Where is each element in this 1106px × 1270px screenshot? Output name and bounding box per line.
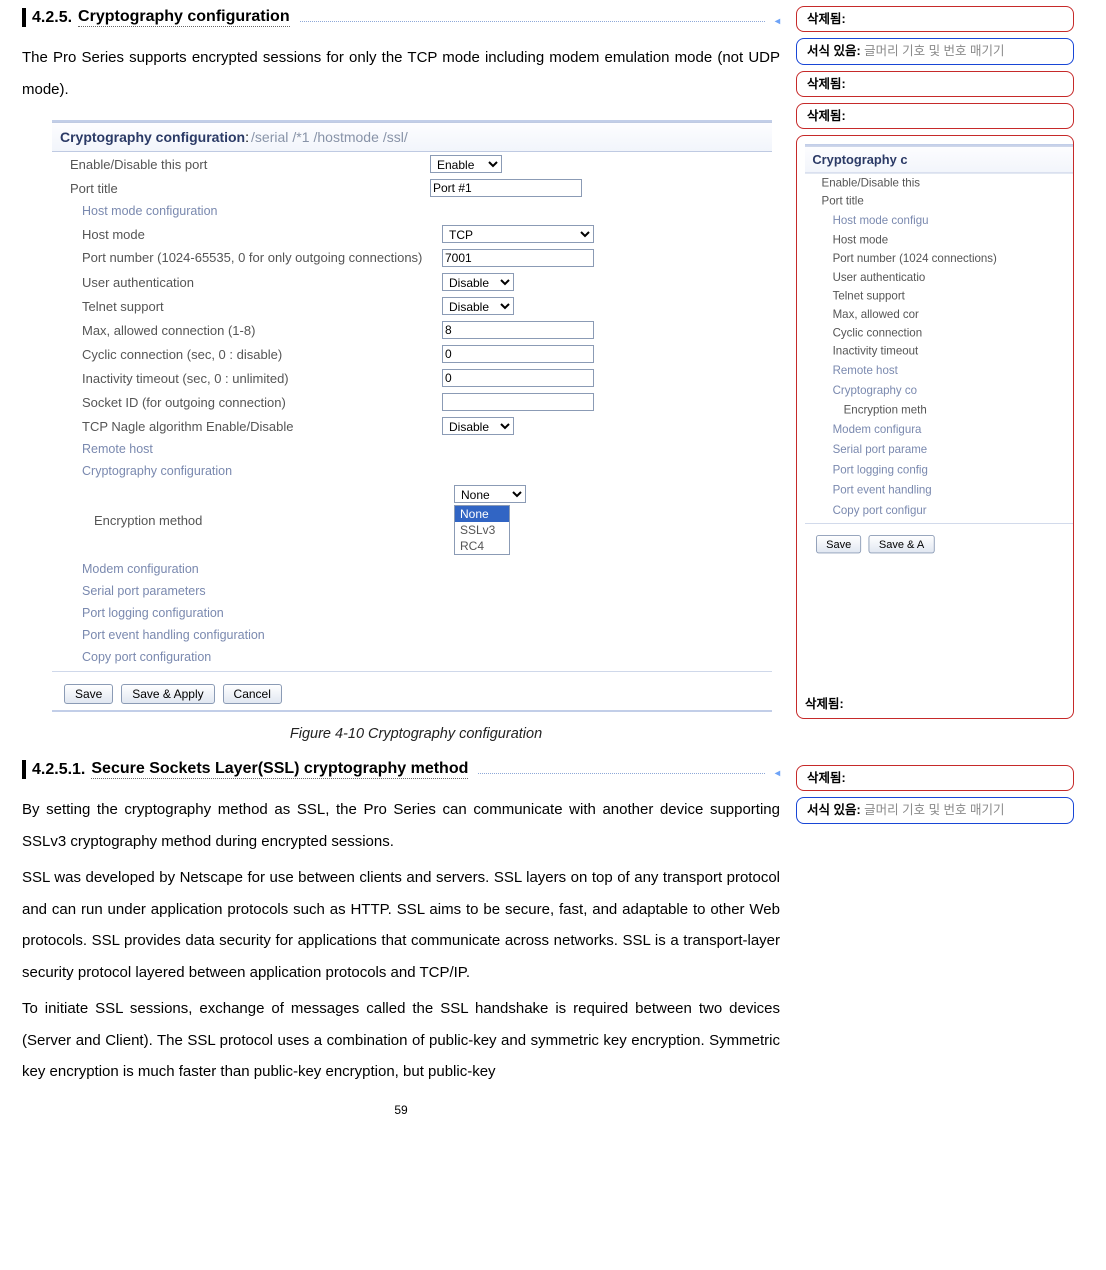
nagle-label: TCP Nagle algorithm Enable/Disable bbox=[82, 419, 442, 434]
thumb-row: Serial port parame bbox=[805, 439, 1074, 459]
comment-deleted-1: 삭제됨: bbox=[796, 6, 1074, 32]
thumb-save-button[interactable]: Save bbox=[816, 535, 861, 553]
thumb-row: Copy port configur bbox=[805, 500, 1074, 520]
comment-format-2: 서식 있음: 글머리 기호 및 번호 매기기 bbox=[796, 797, 1074, 823]
thumb-row: Cyclic connection bbox=[833, 326, 1026, 339]
telnet-label: Telnet support bbox=[82, 299, 442, 314]
save-apply-button[interactable]: Save & Apply bbox=[121, 684, 214, 704]
porttitle-input[interactable] bbox=[430, 179, 582, 197]
encmethod-dropdown-open[interactable]: None SSLv3 RC4 bbox=[454, 505, 510, 555]
porttitle-label: Port title bbox=[70, 181, 430, 196]
userauth-select[interactable]: Disable bbox=[442, 273, 514, 291]
figure-caption: Figure 4-10 Cryptography configuration bbox=[52, 726, 780, 742]
modemcfg-link[interactable]: Modem configuration bbox=[52, 558, 772, 580]
save-button[interactable]: Save bbox=[64, 684, 113, 704]
thumb-row: User authenticatio bbox=[833, 271, 1026, 284]
serialparams-link[interactable]: Serial port parameters bbox=[52, 580, 772, 602]
enc-option-sslv3[interactable]: SSLv3 bbox=[455, 522, 509, 538]
comment-deleted-2: 삭제됨: bbox=[796, 71, 1074, 97]
anchor-icon: ◂ bbox=[775, 768, 780, 779]
enc-option-none[interactable]: None bbox=[455, 506, 509, 522]
inact-label: Inactivity timeout (sec, 0 : unlimited) bbox=[82, 371, 442, 386]
hostmode-label: Host mode bbox=[82, 227, 442, 242]
heading-text: Cryptography configuration bbox=[78, 8, 290, 27]
cancel-button[interactable]: Cancel bbox=[223, 684, 282, 704]
thumb-row: Port number (1024 connections) bbox=[833, 252, 1026, 266]
encmethod-label: Encryption method bbox=[94, 513, 454, 528]
anchor-icon: ◂ bbox=[775, 16, 780, 27]
thumb-row: Port title bbox=[822, 195, 1015, 208]
remotehost-link[interactable]: Remote host bbox=[52, 438, 772, 460]
paragraph-2: By setting the cryptography method as SS… bbox=[22, 794, 780, 857]
config-title-row: Cryptography configuration : /serial/*1/… bbox=[52, 122, 772, 152]
thumb-row: Max, allowed cor bbox=[833, 308, 1026, 321]
breadcrumb: /serial/*1/hostmode/ssl/ bbox=[249, 129, 410, 145]
thumb-row: Inactivity timeout bbox=[833, 345, 1026, 358]
copyport-link[interactable]: Copy port configuration bbox=[52, 646, 772, 668]
leader-line bbox=[300, 21, 765, 22]
thumb-row: Remote host bbox=[805, 360, 1074, 380]
enable-label: Enable/Disable this port bbox=[70, 157, 430, 172]
heading-number: 4.2.5.1. bbox=[32, 761, 85, 779]
comment-deleted-4: 삭제됨: bbox=[796, 765, 1074, 791]
paragraph-4: To initiate SSL sessions, exchange of me… bbox=[22, 993, 780, 1088]
heading-4251: 4.2.5.1. Secure Sockets Layer(SSL) crypt… bbox=[32, 760, 780, 779]
cryptocfg-link[interactable]: Cryptography configuration bbox=[52, 460, 772, 482]
comment-deleted-3: 삭제됨: bbox=[796, 103, 1074, 129]
inact-input[interactable] bbox=[442, 369, 594, 387]
enable-select[interactable]: Enable bbox=[430, 155, 502, 173]
nagle-select[interactable]: Disable bbox=[442, 417, 514, 435]
heading-text: Secure Sockets Layer(SSL) cryptography m… bbox=[91, 760, 468, 779]
thumb-row: Port event handling bbox=[805, 480, 1074, 500]
maxconn-label: Max, allowed connection (1-8) bbox=[82, 323, 442, 338]
enc-option-rc4[interactable]: RC4 bbox=[455, 538, 509, 554]
cyclic-input[interactable] bbox=[442, 345, 594, 363]
leader-line bbox=[478, 773, 765, 774]
thumb-row: Telnet support bbox=[833, 289, 1026, 302]
telnet-select[interactable]: Disable bbox=[442, 297, 514, 315]
hostmode-select[interactable]: TCP bbox=[442, 225, 594, 243]
thumb-row: Port logging config bbox=[805, 460, 1074, 480]
page-number: 59 bbox=[22, 1103, 780, 1117]
thumb-saveapply-button[interactable]: Save & A bbox=[869, 535, 935, 553]
thumb-row: Host mode configu bbox=[805, 210, 1074, 230]
thumb-row: Host mode bbox=[833, 233, 1026, 246]
thumb-row: Enable/Disable this bbox=[822, 176, 1015, 189]
figure-4-10: Cryptography configuration : /serial/*1/… bbox=[52, 120, 780, 742]
heading-number: 4.2.5. bbox=[32, 9, 72, 27]
portnum-input[interactable] bbox=[442, 249, 594, 267]
maxconn-input[interactable] bbox=[442, 321, 594, 339]
hostmodecfg-link[interactable]: Host mode configuration bbox=[52, 200, 772, 222]
thumb-row: Cryptography co bbox=[805, 380, 1074, 400]
comment-deleted-figure: Cryptography c Enable/Disable this Port … bbox=[796, 135, 1074, 719]
thumb-title: Cryptography c bbox=[812, 152, 907, 167]
paragraph-1: The Pro Series supports encrypted sessio… bbox=[22, 42, 780, 105]
cyclic-label: Cyclic connection (sec, 0 : disable) bbox=[82, 347, 442, 362]
heading-425: 4.2.5. Cryptography configuration ◂ bbox=[32, 8, 780, 27]
portlog-link[interactable]: Port logging configuration bbox=[52, 602, 772, 624]
thumb-row: Encryption meth bbox=[844, 403, 1037, 416]
userauth-label: User authentication bbox=[82, 275, 442, 290]
sockid-input[interactable] bbox=[442, 393, 594, 411]
comment-deleted-label: 삭제됨: bbox=[805, 693, 844, 712]
thumb-row: Modem configura bbox=[805, 419, 1074, 439]
portnum-label: Port number (1024-65535, 0 for only outg… bbox=[82, 250, 442, 266]
sockid-label: Socket ID (for outgoing connection) bbox=[82, 395, 442, 410]
paragraph-3: SSL was developed by Netscape for use be… bbox=[22, 862, 780, 988]
encmethod-select[interactable]: None bbox=[454, 485, 526, 503]
config-title: Cryptography configuration bbox=[60, 129, 245, 145]
portevent-link[interactable]: Port event handling configuration bbox=[52, 624, 772, 646]
button-row: Save Save & Apply Cancel bbox=[52, 676, 772, 712]
comment-format-1: 서식 있음: 글머리 기호 및 번호 매기기 bbox=[796, 38, 1074, 64]
